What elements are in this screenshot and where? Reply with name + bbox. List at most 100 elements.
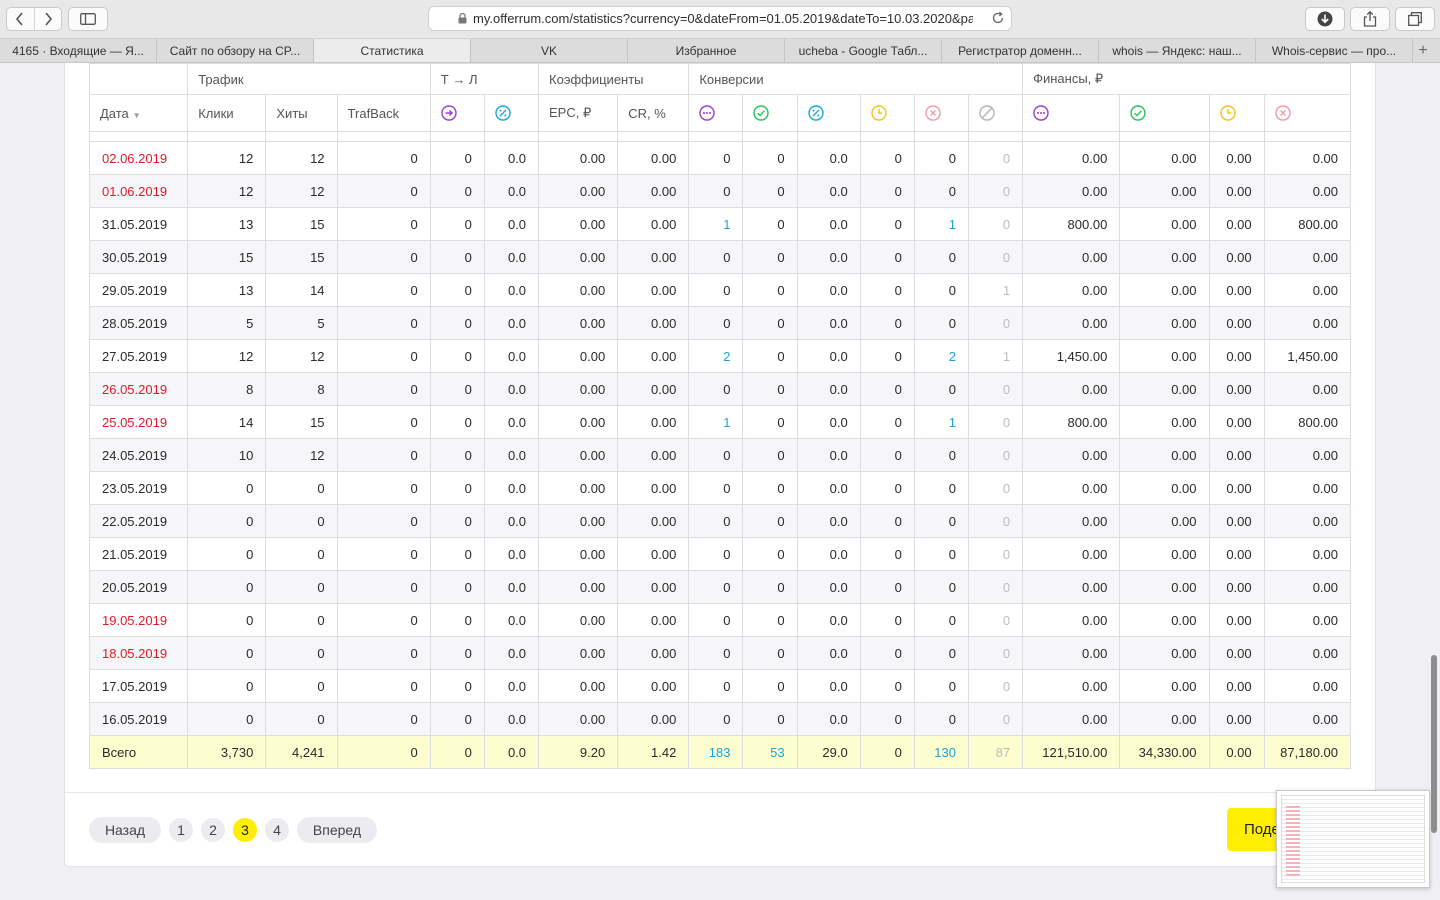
table-cell[interactable]: 1	[688, 405, 744, 439]
browser-tab[interactable]: Регистратор доменн...	[942, 39, 1099, 62]
table-cell: 0	[265, 537, 338, 571]
col-conv-percent[interactable]	[796, 94, 861, 132]
col-tl-transitions[interactable]	[429, 94, 485, 132]
col-conv-trash[interactable]	[967, 94, 1024, 132]
total-cell[interactable]: 53	[742, 735, 798, 769]
table-cell: 0.00	[617, 141, 690, 175]
table-cell: 0.0	[483, 636, 540, 670]
table-cell: 12	[187, 339, 267, 373]
share-button[interactable]	[1350, 7, 1390, 31]
table-cell[interactable]: 2	[913, 339, 969, 373]
table-cell: 0	[742, 471, 798, 505]
col-trafback[interactable]: TrafBack	[336, 94, 431, 132]
table-cell: 0	[913, 702, 969, 736]
browser-tab[interactable]: whois — Яндекс: наш...	[1099, 39, 1256, 62]
downloads-button[interactable]	[1305, 7, 1345, 31]
table-cell: 0	[913, 636, 969, 670]
table-cell: 0.0	[483, 240, 540, 274]
table-cell: 0.00	[1263, 570, 1352, 604]
table-cell: 0.0	[796, 438, 861, 472]
total-cell[interactable]: 130	[913, 735, 969, 769]
col-hits[interactable]: Хиты	[265, 94, 338, 132]
table-cell: 0	[336, 636, 431, 670]
sort-desc-icon: ▼	[132, 110, 141, 120]
table-cell[interactable]: 1	[913, 405, 969, 439]
pagination: Назад 1234 Вперед	[89, 817, 385, 843]
next-page-button[interactable]: Вперед	[297, 817, 377, 843]
table-cell: 0	[336, 438, 431, 472]
table-cell: 800.00	[1263, 207, 1352, 241]
table-cell: 0.00	[1119, 372, 1210, 406]
col-fin-approved[interactable]	[1119, 94, 1210, 132]
table-cell: 0.00	[1263, 636, 1352, 670]
col-fin-pending[interactable]	[1208, 94, 1265, 132]
total-label: Всего	[88, 735, 189, 769]
new-tab-button[interactable]: +	[1413, 39, 1433, 62]
table-cell: 0	[265, 636, 338, 670]
col-clicks[interactable]: Клики	[187, 94, 267, 132]
table-cell: 13	[187, 207, 267, 241]
col-cr[interactable]: CR, %	[617, 94, 690, 132]
table-row: 02.06.2019 12 12 0 0 0.0 0.00 0.00 0 0 0.0 0 0 0 0.00 0…	[88, 141, 1352, 175]
browser-tab[interactable]: Сайт по обзору на CP...	[157, 39, 314, 62]
sidebar-toggle-button[interactable]	[68, 7, 108, 31]
table-cell: 0.00	[1208, 207, 1265, 241]
table-cell[interactable]: 1	[913, 207, 969, 241]
table-cell: 0.00	[617, 339, 690, 373]
col-tl-percent[interactable]	[483, 94, 540, 132]
col-date-label: Дата	[100, 105, 129, 121]
total-cell: 9.20	[538, 735, 619, 769]
col-date[interactable]: Дата ▼	[88, 94, 189, 132]
page-number-button[interactable]: 4	[265, 818, 289, 842]
col-conv-pending[interactable]	[859, 94, 915, 132]
browser-tab[interactable]: Статистика	[314, 39, 471, 62]
address-bar[interactable]: my.offerrum.com/statistics?currency=0&da…	[428, 6, 1012, 31]
table-row: 28.05.2019 5 5 0 0 0.0 0.00 0.00 0 0 0.0 0 0 0 0.00 0.0…	[88, 306, 1352, 340]
table-cell: 0	[688, 438, 744, 472]
col-conv-approved[interactable]	[742, 94, 798, 132]
table-cell: 0.00	[1208, 174, 1265, 208]
page-number-button[interactable]: 2	[201, 818, 225, 842]
table-cell[interactable]: 1	[688, 207, 744, 241]
table-cell: 0	[859, 207, 915, 241]
total-cell[interactable]: 183	[688, 735, 744, 769]
table-cell: 0	[859, 339, 915, 373]
table-cell: 0	[336, 537, 431, 571]
page-number-button[interactable]: 3	[233, 818, 257, 842]
browser-tab[interactable]: Избранное	[628, 39, 785, 62]
browser-tab[interactable]: 4165 · Входящие — Я...	[0, 39, 157, 62]
forward-button[interactable]	[33, 8, 62, 30]
page-number-button[interactable]: 1	[169, 818, 193, 842]
tab-overview-button[interactable]	[1395, 7, 1435, 31]
table-cell: 0.00	[1263, 702, 1352, 736]
window-preview-thumbnail[interactable]	[1276, 790, 1430, 888]
table-cell: 0.00	[1208, 636, 1265, 670]
browser-tab[interactable]: VK	[471, 39, 628, 62]
table-cell: 0	[429, 570, 485, 604]
back-button[interactable]	[7, 8, 34, 30]
col-fin-total[interactable]	[1022, 94, 1121, 132]
table-cell: 0.00	[617, 570, 690, 604]
table-cell: 0	[429, 372, 485, 406]
table-cell: 0	[265, 570, 338, 604]
table-cell: 0	[336, 570, 431, 604]
arrow-circle-icon	[441, 105, 457, 121]
page-numbers: 1234	[169, 818, 297, 842]
scroll-gap-row	[88, 131, 1352, 142]
col-epc[interactable]: EPC, ₽	[538, 94, 619, 132]
table-cell[interactable]: 2	[688, 339, 744, 373]
reload-icon[interactable]	[991, 11, 1005, 25]
table-cell: 0.0	[796, 504, 861, 538]
table-cell: 0.00	[1022, 669, 1121, 703]
browser-tab[interactable]: ucheba - Google Табл...	[785, 39, 942, 62]
prev-page-button[interactable]: Назад	[89, 817, 161, 843]
col-conv-total[interactable]	[688, 94, 744, 132]
page-scrollbar[interactable]	[1431, 655, 1437, 833]
table-cell: 0.00	[1208, 306, 1265, 340]
col-conv-rejected[interactable]	[913, 94, 969, 132]
browser-tab[interactable]: Whois-сервис — про...	[1256, 39, 1413, 62]
table-cell: 0	[967, 537, 1024, 571]
table-cell: 0.00	[1022, 504, 1121, 538]
table-cell: 0	[859, 273, 915, 307]
col-fin-rejected[interactable]	[1263, 94, 1352, 132]
